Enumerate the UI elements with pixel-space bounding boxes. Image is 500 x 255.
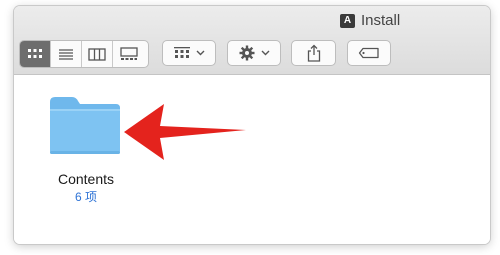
folder-item-count: 6 项	[74, 190, 97, 204]
folder-icon	[50, 97, 120, 154]
file-area: Contents 6 项	[14, 75, 490, 244]
gallery-icon	[119, 47, 138, 60]
grid-icon	[28, 49, 42, 58]
adobe-logo-icon: A	[340, 13, 355, 28]
chevron-down-icon	[261, 50, 269, 56]
toolbar: A Install	[14, 6, 490, 75]
window-title-text: Install	[361, 12, 401, 29]
action-button[interactable]	[227, 40, 281, 66]
grid-icon	[173, 47, 190, 58]
folder-name[interactable]: Contents	[40, 171, 132, 187]
window-title: A Install	[340, 12, 400, 29]
tags-button[interactable]	[347, 40, 391, 66]
gallery-view-button[interactable]	[113, 41, 144, 67]
tag-icon	[358, 47, 379, 59]
share-icon	[307, 44, 320, 62]
view-mode-control	[19, 40, 149, 68]
icon-view-button[interactable]	[20, 41, 51, 67]
red-arrow-icon	[124, 104, 246, 160]
chevron-down-icon	[196, 50, 204, 56]
group-button[interactable]	[162, 40, 216, 66]
list-icon	[59, 49, 73, 60]
column-view-button[interactable]	[82, 41, 113, 67]
list-view-button[interactable]	[51, 41, 82, 67]
folder-item[interactable]	[48, 94, 122, 156]
finder-window: A Install Contents 6 项	[14, 6, 490, 244]
columns-icon	[88, 47, 106, 61]
share-button[interactable]	[291, 40, 336, 66]
gear-icon	[239, 45, 254, 61]
